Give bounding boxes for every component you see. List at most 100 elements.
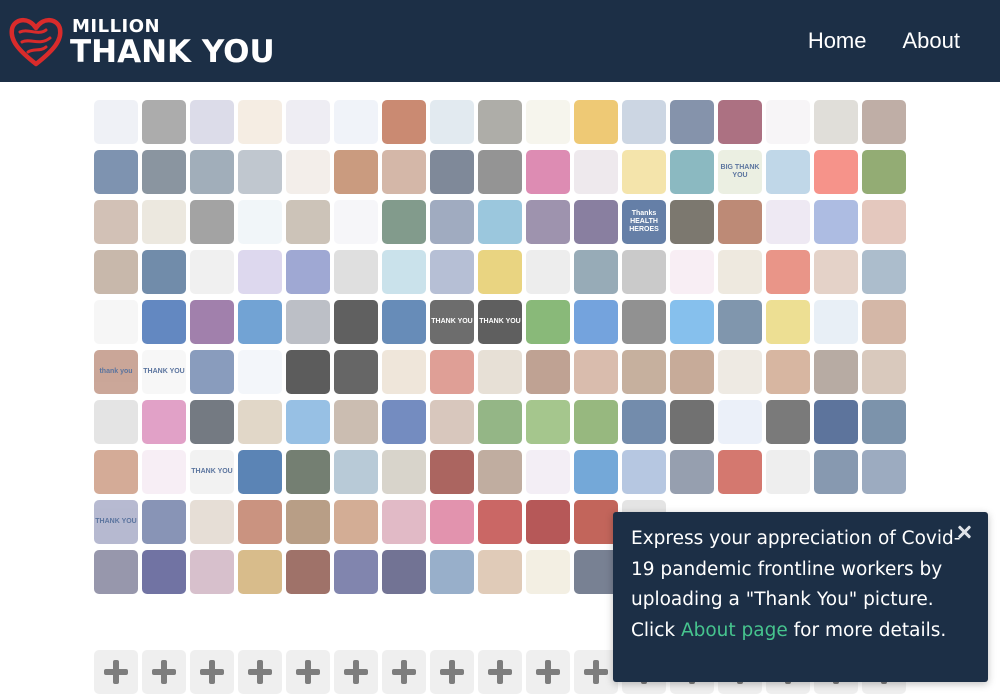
photo-tile[interactable]: [622, 350, 666, 394]
photo-tile[interactable]: THANK YOU: [142, 350, 186, 394]
photo-tile[interactable]: [574, 250, 618, 294]
photo-tile[interactable]: [574, 400, 618, 444]
photo-tile[interactable]: [94, 150, 138, 194]
photo-tile[interactable]: [766, 400, 810, 444]
photo-tile[interactable]: [286, 250, 330, 294]
photo-tile[interactable]: [478, 400, 522, 444]
about-page-link[interactable]: About page: [681, 620, 788, 641]
photo-tile[interactable]: [238, 450, 282, 494]
photo-tile[interactable]: [766, 200, 810, 244]
add-picture-button[interactable]: [238, 650, 282, 694]
photo-tile[interactable]: [526, 550, 570, 594]
photo-tile[interactable]: [430, 500, 474, 544]
add-picture-button[interactable]: [478, 650, 522, 694]
photo-tile[interactable]: [334, 400, 378, 444]
photo-tile[interactable]: THANK YOU: [430, 300, 474, 344]
photo-tile[interactable]: [670, 250, 714, 294]
photo-tile[interactable]: [718, 400, 762, 444]
photo-tile[interactable]: [286, 300, 330, 344]
photo-tile[interactable]: [670, 150, 714, 194]
photo-tile[interactable]: [718, 450, 762, 494]
photo-tile[interactable]: [286, 500, 330, 544]
photo-tile[interactable]: [94, 450, 138, 494]
photo-tile[interactable]: [382, 550, 426, 594]
add-picture-button[interactable]: [382, 650, 426, 694]
photo-tile[interactable]: [286, 350, 330, 394]
photo-tile[interactable]: [334, 100, 378, 144]
nav-about-link[interactable]: About: [903, 28, 961, 54]
photo-tile[interactable]: [478, 550, 522, 594]
photo-tile[interactable]: [670, 300, 714, 344]
photo-tile[interactable]: [430, 100, 474, 144]
photo-tile[interactable]: [862, 450, 906, 494]
add-picture-button[interactable]: [574, 650, 618, 694]
photo-tile[interactable]: [430, 550, 474, 594]
photo-tile[interactable]: [334, 250, 378, 294]
photo-tile[interactable]: [286, 150, 330, 194]
nav-home-link[interactable]: Home: [808, 28, 867, 54]
photo-tile[interactable]: [94, 400, 138, 444]
photo-tile[interactable]: [94, 550, 138, 594]
photo-tile[interactable]: [862, 350, 906, 394]
add-picture-button[interactable]: [334, 650, 378, 694]
photo-tile[interactable]: [670, 100, 714, 144]
photo-tile[interactable]: [814, 200, 858, 244]
photo-tile[interactable]: [718, 350, 762, 394]
photo-tile[interactable]: [670, 450, 714, 494]
photo-tile[interactable]: [382, 450, 426, 494]
photo-tile[interactable]: [574, 300, 618, 344]
add-picture-button[interactable]: [94, 650, 138, 694]
photo-tile[interactable]: [526, 100, 570, 144]
photo-tile[interactable]: [286, 200, 330, 244]
photo-tile[interactable]: [190, 300, 234, 344]
photo-tile[interactable]: [478, 150, 522, 194]
photo-tile[interactable]: [190, 200, 234, 244]
photo-tile[interactable]: [238, 200, 282, 244]
photo-tile[interactable]: [766, 150, 810, 194]
photo-tile[interactable]: [862, 400, 906, 444]
photo-tile[interactable]: [382, 100, 426, 144]
photo-tile[interactable]: [286, 400, 330, 444]
photo-tile[interactable]: [670, 350, 714, 394]
photo-tile[interactable]: [190, 150, 234, 194]
photo-tile[interactable]: [574, 200, 618, 244]
photo-tile[interactable]: [670, 200, 714, 244]
photo-tile[interactable]: [238, 300, 282, 344]
photo-tile[interactable]: [526, 250, 570, 294]
photo-tile[interactable]: [574, 500, 618, 544]
photo-tile[interactable]: [814, 300, 858, 344]
photo-tile[interactable]: [526, 350, 570, 394]
photo-tile[interactable]: [718, 100, 762, 144]
photo-tile[interactable]: [142, 300, 186, 344]
photo-tile[interactable]: [190, 250, 234, 294]
photo-tile[interactable]: [190, 400, 234, 444]
photo-tile[interactable]: [478, 100, 522, 144]
photo-tile[interactable]: [238, 500, 282, 544]
photo-tile[interactable]: [382, 150, 426, 194]
photo-tile[interactable]: [334, 300, 378, 344]
photo-tile[interactable]: [94, 250, 138, 294]
photo-tile[interactable]: [766, 100, 810, 144]
photo-tile[interactable]: [766, 300, 810, 344]
photo-tile[interactable]: [334, 150, 378, 194]
photo-tile[interactable]: [286, 550, 330, 594]
photo-tile[interactable]: [478, 350, 522, 394]
photo-tile[interactable]: [334, 200, 378, 244]
photo-tile[interactable]: [622, 100, 666, 144]
add-picture-button[interactable]: [526, 650, 570, 694]
photo-tile[interactable]: [814, 150, 858, 194]
photo-tile[interactable]: [142, 150, 186, 194]
photo-tile[interactable]: [142, 100, 186, 144]
photo-tile[interactable]: [574, 350, 618, 394]
photo-tile[interactable]: [142, 200, 186, 244]
add-picture-button[interactable]: [190, 650, 234, 694]
photo-tile[interactable]: thank you: [94, 350, 138, 394]
photo-tile[interactable]: [238, 400, 282, 444]
photo-tile[interactable]: [718, 300, 762, 344]
photo-tile[interactable]: [574, 550, 618, 594]
photo-tile[interactable]: [766, 450, 810, 494]
photo-tile[interactable]: [574, 100, 618, 144]
photo-tile[interactable]: [334, 450, 378, 494]
photo-tile[interactable]: [190, 350, 234, 394]
photo-tile[interactable]: [574, 450, 618, 494]
